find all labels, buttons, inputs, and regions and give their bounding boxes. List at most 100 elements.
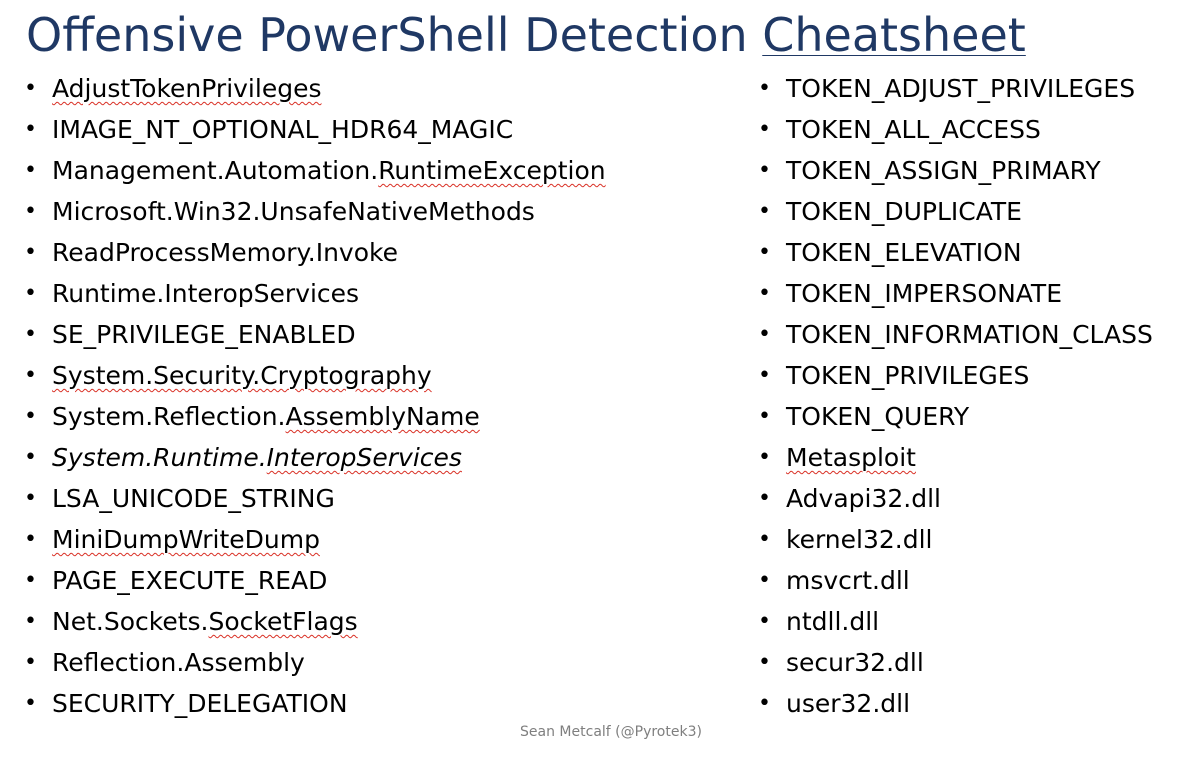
bullet-icon: • (758, 486, 771, 511)
author-credit: Sean Metcalf (@Pyrotek3) (520, 724, 702, 740)
bullet-icon: • (758, 281, 771, 306)
list-item-text: System.Reflection. (52, 402, 286, 431)
list-item: • Runtime.InteropServices (24, 273, 606, 314)
bullet-icon: • (758, 691, 771, 716)
list-item-text: System.Runtime. (52, 443, 267, 472)
list-item: • TOKEN_ELEVATION (758, 232, 1153, 273)
list-item-label: TOKEN_DUPLICATE (786, 197, 1022, 226)
bullet-icon: • (758, 199, 771, 224)
list-item-text: SE_PRIVILEGE_ENABLED (52, 320, 356, 349)
list-item-label: AdjustTokenPrivileges (52, 74, 321, 103)
list-item-text: kernel32.dll (786, 525, 933, 554)
list-item: • TOKEN_ALL_ACCESS (758, 109, 1153, 150)
list-item-text: SocketFlags (208, 607, 358, 636)
list-item-label: SE_PRIVILEGE_ENABLED (52, 320, 356, 349)
list-item: • TOKEN_QUERY (758, 396, 1153, 437)
list-item: • TOKEN_IMPERSONATE (758, 273, 1153, 314)
list-item-label: TOKEN_QUERY (786, 402, 969, 431)
list-item-text: TOKEN_INFORMATION_CLASS (786, 320, 1153, 349)
list-item-text: Net.Sockets. (52, 607, 209, 636)
bullet-icon: • (24, 158, 37, 183)
list-item-label: msvcrt.dll (786, 566, 910, 595)
list-item: • ReadProcessMemory.Invoke (24, 232, 606, 273)
list-item-label: Runtime.InteropServices (52, 279, 359, 308)
list-item-label: System.Security.Cryptography (52, 361, 432, 390)
list-item-text: SECURITY_DELEGATION (52, 689, 348, 718)
list-item: • msvcrt.dll (758, 560, 1153, 601)
list-item: • IMAGE_NT_OPTIONAL_HDR64_MAGIC (24, 109, 606, 150)
list-item: • PAGE_EXECUTE_READ (24, 560, 606, 601)
list-item-label: SECURITY_DELEGATION (52, 689, 348, 718)
list-item: • Reflection.Assembly (24, 642, 606, 683)
bullet-icon: • (24, 445, 37, 470)
bullet-icon: • (24, 322, 37, 347)
list-item-text: MiniDumpWriteDump (52, 525, 320, 554)
bullet-icon: • (24, 691, 37, 716)
bullet-icon: • (758, 568, 771, 593)
list-item: • System.Security.Cryptography (24, 355, 606, 396)
list-item-label: LSA_UNICODE_STRING (52, 484, 335, 513)
list-item-label: TOKEN_ASSIGN_PRIMARY (786, 156, 1101, 185)
list-item-text: System.Security.Cryptography (52, 361, 432, 390)
list-item-text: msvcrt.dll (786, 566, 910, 595)
list-item-text: Microsoft.Win32.UnsafeNativeMethods (52, 197, 535, 226)
page-title-suffix: Cheatsheet (762, 8, 1026, 62)
list-item-label: Net.Sockets.SocketFlags (52, 607, 358, 636)
list-item: • secur32.dll (758, 642, 1153, 683)
bullet-icon: • (24, 486, 37, 511)
list-item: • AdjustTokenPrivileges (24, 68, 606, 109)
bullet-icon: • (24, 199, 37, 224)
list-item-text: ReadProcessMemory.Invoke (52, 238, 398, 267)
list-item-text: TOKEN_DUPLICATE (786, 197, 1022, 226)
list-item-label: TOKEN_ELEVATION (786, 238, 1022, 267)
list-item-label: TOKEN_IMPERSONATE (786, 279, 1062, 308)
list-item-text: secur32.dll (786, 648, 924, 677)
list-item-label: Microsoft.Win32.UnsafeNativeMethods (52, 197, 535, 226)
list-item-text: TOKEN_ELEVATION (786, 238, 1022, 267)
bullet-icon: • (758, 650, 771, 675)
list-item: • System.Reflection.AssemblyName (24, 396, 606, 437)
list-item: • Advapi32.dll (758, 478, 1153, 519)
list-item: • ntdll.dll (758, 601, 1153, 642)
list-item-text: ntdll.dll (786, 607, 880, 636)
list-item-text: TOKEN_IMPERSONATE (786, 279, 1063, 308)
page-title: Offensive PowerShell Detection Cheatshee… (26, 4, 1026, 66)
bullet-icon: • (758, 363, 771, 388)
list-item-label: ntdll.dll (786, 607, 879, 636)
bullet-icon: • (24, 527, 37, 552)
bullet-icon: • (24, 117, 37, 142)
list-item-text: Management.Automation. (52, 156, 379, 185)
list-item-text: AssemblyName (285, 402, 480, 431)
list-item: • user32.dll (758, 683, 1153, 724)
page-title-prefix: Offensive PowerShell Detection (26, 8, 763, 62)
list-item: • TOKEN_ASSIGN_PRIMARY (758, 150, 1153, 191)
bullet-icon: • (758, 404, 771, 429)
bullet-icon: • (758, 76, 771, 101)
list-item-label: Metasploit (786, 443, 916, 472)
list-item-label: secur32.dll (786, 648, 924, 677)
list-item: • TOKEN_ADJUST_PRIVILEGES (758, 68, 1153, 109)
bullet-icon: • (24, 650, 37, 675)
list-item: • SECURITY_DELEGATION (24, 683, 606, 724)
list-item: • kernel32.dll (758, 519, 1153, 560)
list-item: • Management.Automation.RuntimeException (24, 150, 606, 191)
bullet-icon: • (758, 240, 771, 265)
bullet-icon: • (758, 322, 771, 347)
list-item-text: TOKEN_ADJUST_PRIVILEGES (786, 74, 1136, 103)
list-item-label: System.Runtime.InteropServices (52, 443, 462, 472)
bullet-icon: • (24, 568, 37, 593)
list-item-label: Management.Automation.RuntimeException (52, 156, 606, 185)
bullet-icon: • (758, 158, 771, 183)
list-item: • System.Runtime.InteropServices (24, 437, 606, 478)
bullet-icon: • (24, 363, 37, 388)
list-item-label: TOKEN_PRIVILEGES (786, 361, 1029, 390)
list-item-text: Advapi32.dll (786, 484, 941, 513)
list-item-label: kernel32.dll (786, 525, 933, 554)
list-item: • MiniDumpWriteDump (24, 519, 606, 560)
list-item-text: LSA_UNICODE_STRING (52, 484, 335, 513)
right-indicator-list: • TOKEN_ADJUST_PRIVILEGES • TOKEN_ALL_ACCES… (758, 68, 1153, 724)
list-item-label: Advapi32.dll (786, 484, 941, 513)
list-item: • SE_PRIVILEGE_ENABLED (24, 314, 606, 355)
bullet-icon: • (24, 609, 37, 634)
list-item-text: TOKEN_ASSIGN_PRIMARY (786, 156, 1101, 185)
